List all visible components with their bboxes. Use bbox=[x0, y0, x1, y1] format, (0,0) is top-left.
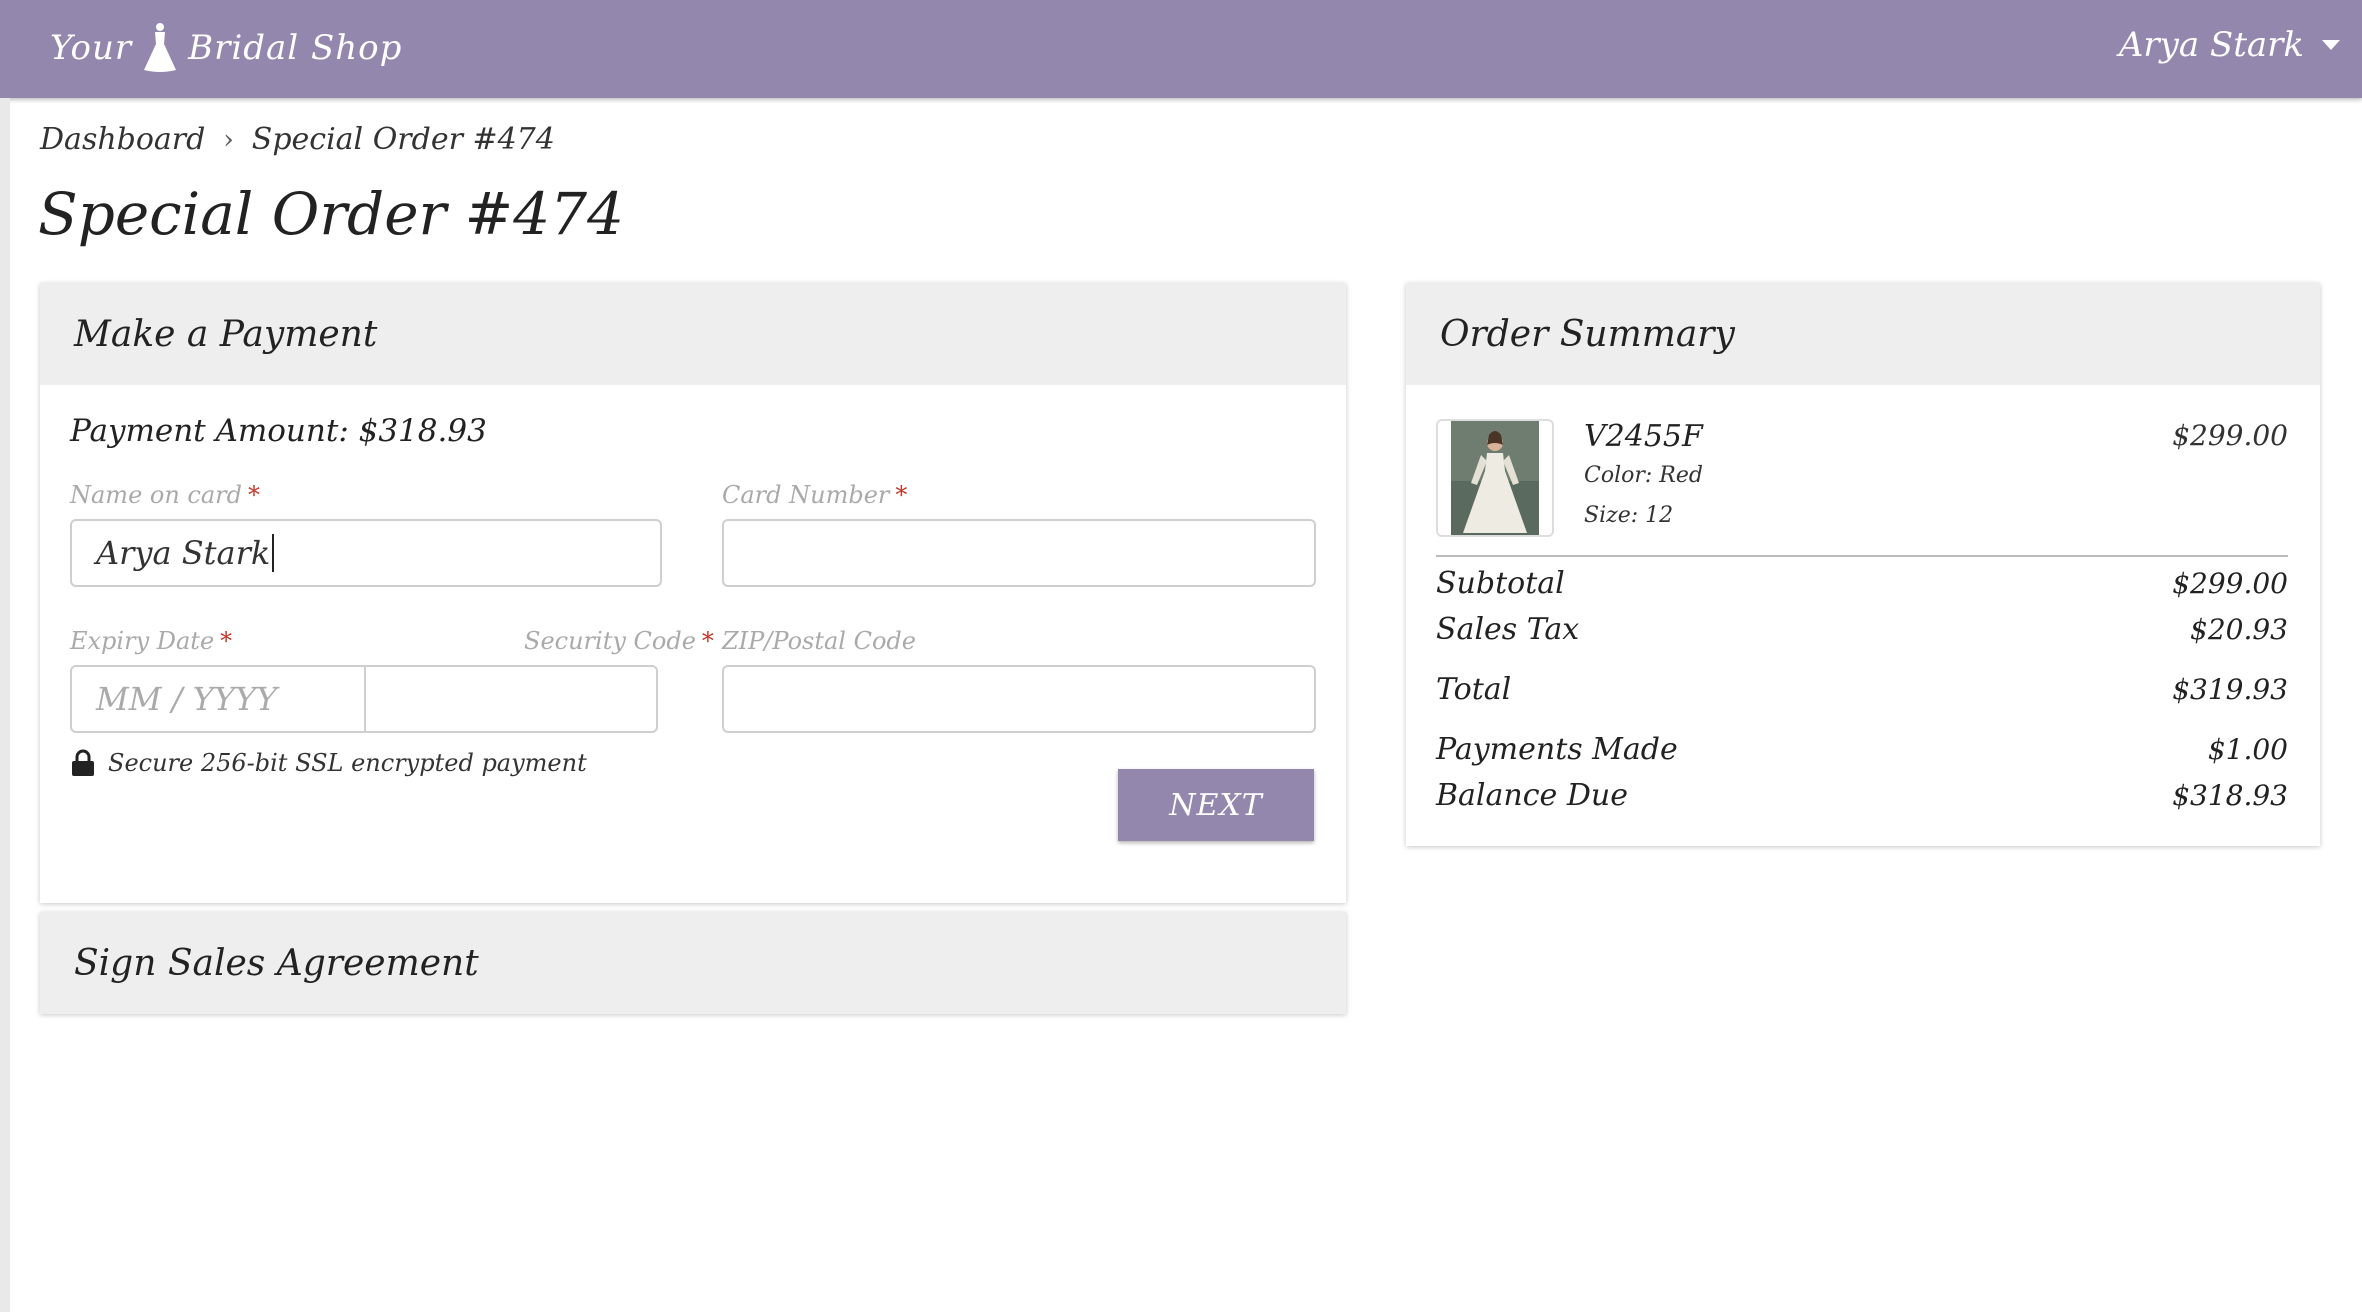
summary-divider bbox=[1436, 555, 2288, 557]
name-on-card-label-text: Name on card bbox=[70, 481, 243, 509]
left-rail bbox=[0, 98, 10, 1312]
subtotal-value: $299.00 bbox=[2172, 566, 2288, 600]
expiry-date-input[interactable]: MM / YYYY bbox=[72, 667, 366, 731]
logo-text-right: Bridal Shop bbox=[188, 28, 403, 68]
secure-text: Secure 256-bit SSL encrypted payment bbox=[108, 749, 587, 777]
security-code-input[interactable] bbox=[366, 667, 656, 731]
user-menu[interactable]: Arya Stark bbox=[2119, 20, 2340, 70]
name-on-card-label: Name on card * bbox=[70, 481, 260, 509]
total-row: Total $319.93 bbox=[1436, 665, 2288, 713]
zip-code-label-text: ZIP/Postal Code bbox=[722, 627, 916, 655]
dress-icon bbox=[144, 23, 177, 72]
required-mark: * bbox=[220, 627, 233, 655]
page-title: Special Order #474 bbox=[38, 180, 624, 248]
expiry-security-group: MM / YYYY bbox=[70, 665, 658, 733]
payments-made-value: $1.00 bbox=[2207, 732, 2288, 766]
required-mark: * bbox=[701, 627, 714, 655]
expiry-date-label-text: Expiry Date bbox=[70, 627, 215, 655]
brand-logo[interactable]: Your Bridal Shop bbox=[50, 18, 402, 78]
payment-card-header[interactable]: Make a Payment bbox=[40, 283, 1346, 385]
total-value: $319.93 bbox=[2172, 672, 2288, 706]
order-item: V2455F Color: Red Size: 12 $299.00 bbox=[1436, 419, 2288, 543]
card-number-label: Card Number * bbox=[722, 481, 907, 509]
order-summary-header: Order Summary bbox=[1406, 283, 2320, 385]
subtotal-row: Subtotal $299.00 bbox=[1436, 561, 2288, 605]
payments-made-row: Payments Made $1.00 bbox=[1436, 727, 2288, 771]
name-on-card-value: Arya Stark bbox=[96, 534, 271, 572]
breadcrumb: Dashboard › Special Order #474 bbox=[40, 122, 555, 157]
breadcrumb-dashboard[interactable]: Dashboard bbox=[40, 122, 205, 157]
top-navbar: Your Bridal Shop Arya Stark bbox=[0, 0, 2362, 98]
item-color: Color: Red bbox=[1584, 463, 1703, 488]
sales-tax-label: Sales Tax bbox=[1436, 611, 1580, 647]
item-size: Size: 12 bbox=[1584, 503, 1674, 528]
order-summary-card: Order Summary V2455F Color: Red Size: 12… bbox=[1406, 283, 2320, 846]
balance-due-value: $318.93 bbox=[2172, 778, 2288, 812]
logo-text-left: Your bbox=[50, 28, 133, 68]
item-price: $299.00 bbox=[2172, 419, 2288, 452]
security-code-label: Security Code * bbox=[524, 627, 714, 655]
security-code-label-text: Security Code bbox=[524, 627, 696, 655]
balance-due-row: Balance Due $318.93 bbox=[1436, 773, 2288, 817]
card-number-input[interactable] bbox=[722, 519, 1316, 587]
next-button[interactable]: NEXT bbox=[1118, 769, 1314, 841]
item-thumbnail bbox=[1436, 419, 1554, 537]
item-name: V2455F bbox=[1584, 419, 1703, 454]
sales-tax-value: $20.93 bbox=[2190, 612, 2288, 646]
subtotal-label: Subtotal bbox=[1436, 565, 1565, 601]
secure-note: Secure 256-bit SSL encrypted payment bbox=[70, 749, 587, 777]
payment-card: Make a Payment Payment Amount: $318.93 N… bbox=[40, 283, 1346, 903]
name-on-card-input[interactable]: Arya Stark bbox=[70, 519, 662, 587]
text-cursor bbox=[272, 534, 275, 572]
zip-code-input[interactable] bbox=[722, 665, 1316, 733]
caret-down-icon bbox=[2322, 40, 2340, 50]
sales-tax-row: Sales Tax $20.93 bbox=[1436, 607, 2288, 651]
required-mark: * bbox=[895, 481, 908, 509]
payments-made-label: Payments Made bbox=[1436, 731, 1678, 767]
breadcrumb-chevron-icon: › bbox=[223, 124, 234, 155]
required-mark: * bbox=[248, 481, 261, 509]
balance-due-label: Balance Due bbox=[1436, 777, 1628, 813]
expiry-date-label: Expiry Date * bbox=[70, 627, 232, 655]
breadcrumb-current: Special Order #474 bbox=[251, 122, 555, 157]
dress-photo-icon bbox=[1451, 421, 1539, 535]
zip-code-label: ZIP/Postal Code bbox=[722, 627, 916, 655]
payment-amount: Payment Amount: $318.93 bbox=[70, 413, 487, 449]
user-name: Arya Stark bbox=[2118, 25, 2304, 65]
agreement-card: Sign Sales Agreement bbox=[40, 912, 1346, 1014]
lock-icon bbox=[72, 749, 94, 776]
total-label: Total bbox=[1436, 671, 1512, 707]
card-number-label-text: Card Number bbox=[722, 481, 890, 509]
agreement-card-header[interactable]: Sign Sales Agreement bbox=[40, 912, 1346, 1014]
